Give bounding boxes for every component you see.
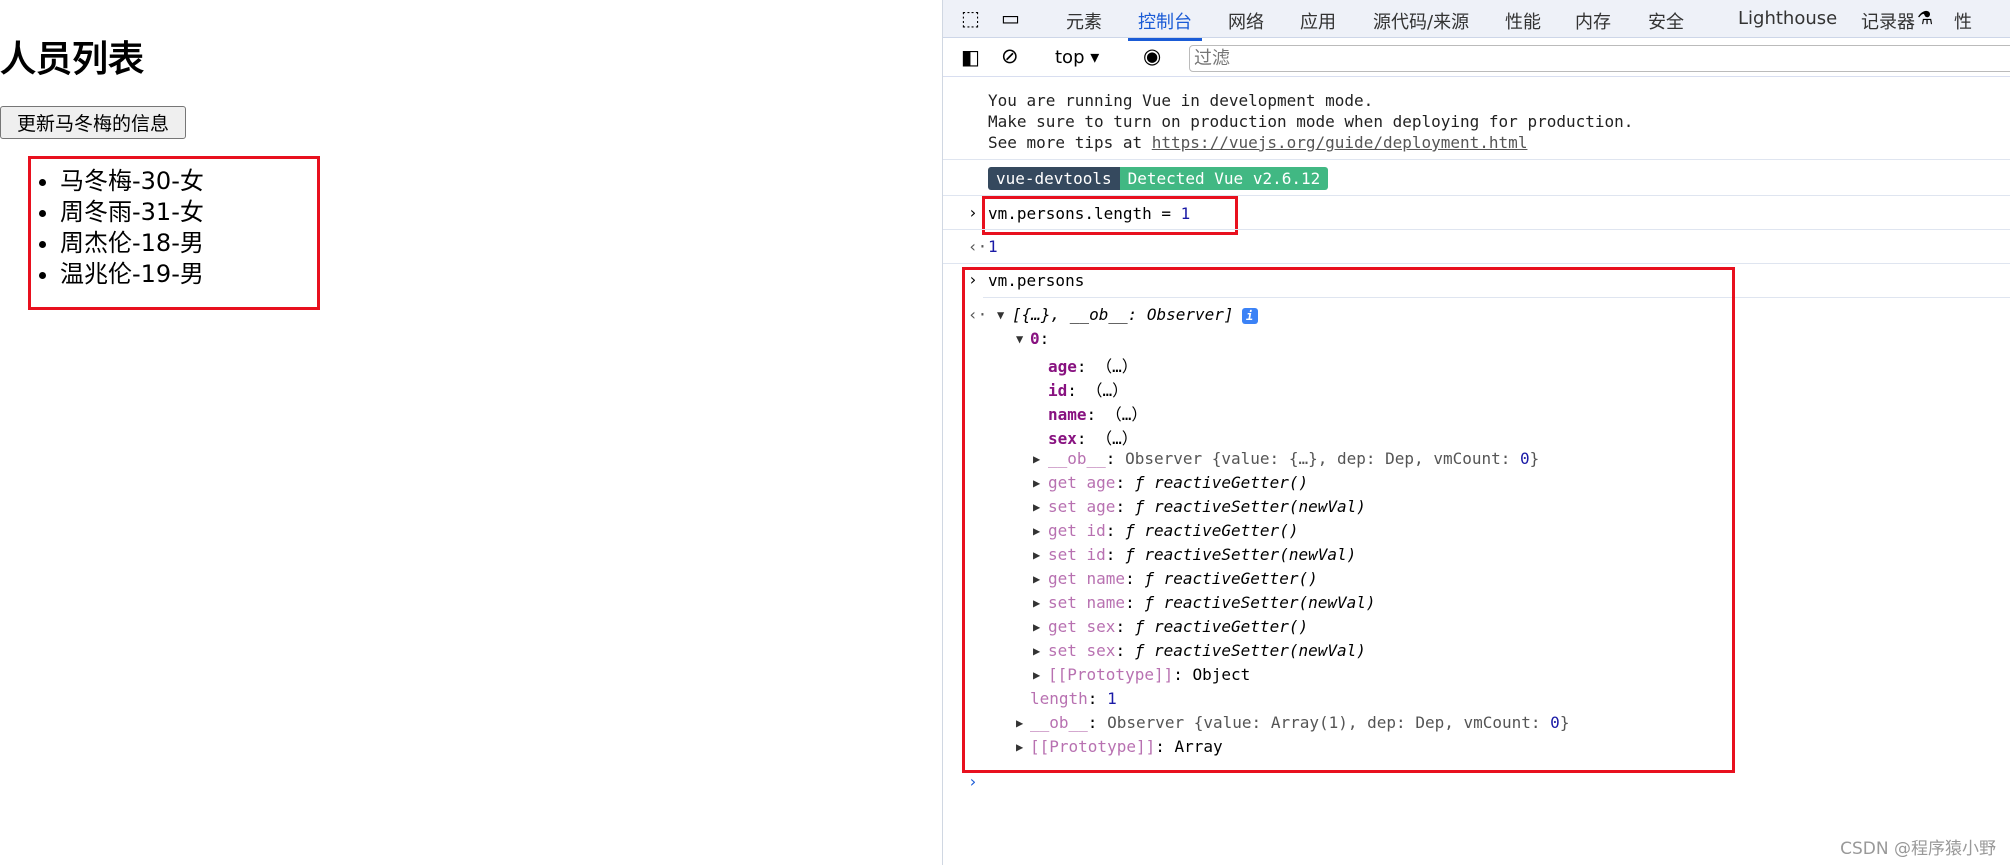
tab-8[interactable]: Lighthouse <box>1738 8 1837 29</box>
tab-3[interactable]: 应用 <box>1300 8 1336 34</box>
clear-console-icon[interactable]: ⊘ <box>1001 44 1019 68</box>
vue-badge: vue-devtools Detected Vue v2.6.12 <box>988 167 1329 190</box>
tab-7[interactable]: 安全 <box>1648 8 1684 34</box>
tab-6[interactable]: 内存 <box>1575 8 1611 34</box>
result-arrow-icon: ‹· <box>968 237 988 256</box>
list-item: 马冬梅-30-女 <box>60 166 204 197</box>
vue-dev-message: You are running Vue in development mode.… <box>988 91 1634 152</box>
tab-9[interactable]: 记录器 <box>1861 8 1915 34</box>
highlight-box <box>962 267 1735 773</box>
flask-icon: ⚗ <box>1917 8 1934 29</box>
deployment-link[interactable]: https://vuejs.org/guide/deployment.html <box>1152 133 1528 152</box>
console-toolbar: ◧ ⊘ top ▾ ◉ <box>943 39 2010 77</box>
page-title: 人员列表 <box>0 39 145 80</box>
person-list: 马冬梅-30-女 周冬雨-31-女 周杰伦-18-男 温兆伦-19-男 <box>42 166 204 290</box>
tab-1[interactable]: 控制台 <box>1128 8 1202 41</box>
sidebar-toggle-icon[interactable]: ◧ <box>961 45 980 69</box>
watermark: CSDN @程序猿小野 <box>1840 839 1996 859</box>
context-select[interactable]: top ▾ <box>1055 47 1099 68</box>
devtools-tabbar: ⬚ ▭ 元素 控制台 网络 应用 源代码/来源 性能 内存 安全 Lighthouse 记录器 ⚗ 性 <box>943 0 2010 41</box>
inspect-element-icon[interactable]: ⬚ <box>961 6 980 30</box>
list-item: 温兆伦-19-男 <box>60 259 204 290</box>
prompt-chevron-icon: › <box>968 203 978 222</box>
device-toolbar-icon[interactable]: ▭ <box>1001 6 1020 30</box>
update-info-button[interactable]: 更新马冬梅的信息 <box>0 106 186 139</box>
tab-10[interactable]: 性 <box>1954 8 1972 34</box>
list-item: 周杰伦-18-男 <box>60 228 204 259</box>
tab-4[interactable]: 源代码/来源 <box>1373 8 1469 34</box>
tab-5[interactable]: 性能 <box>1505 8 1541 34</box>
tab-2[interactable]: 网络 <box>1228 8 1264 34</box>
console-result: 1 <box>988 237 998 256</box>
tab-0[interactable]: 元素 <box>1066 8 1102 34</box>
filter-input[interactable] <box>1189 45 2010 72</box>
devtools-panel: ⬚ ▭ 元素 控制台 网络 应用 源代码/来源 性能 内存 安全 Lighthouse 记录器 ⚗ 性… <box>942 0 2010 865</box>
eye-icon[interactable]: ◉ <box>1143 44 1161 68</box>
list-item: 周冬雨-31-女 <box>60 197 204 228</box>
console-prompt[interactable]: › <box>968 772 978 791</box>
